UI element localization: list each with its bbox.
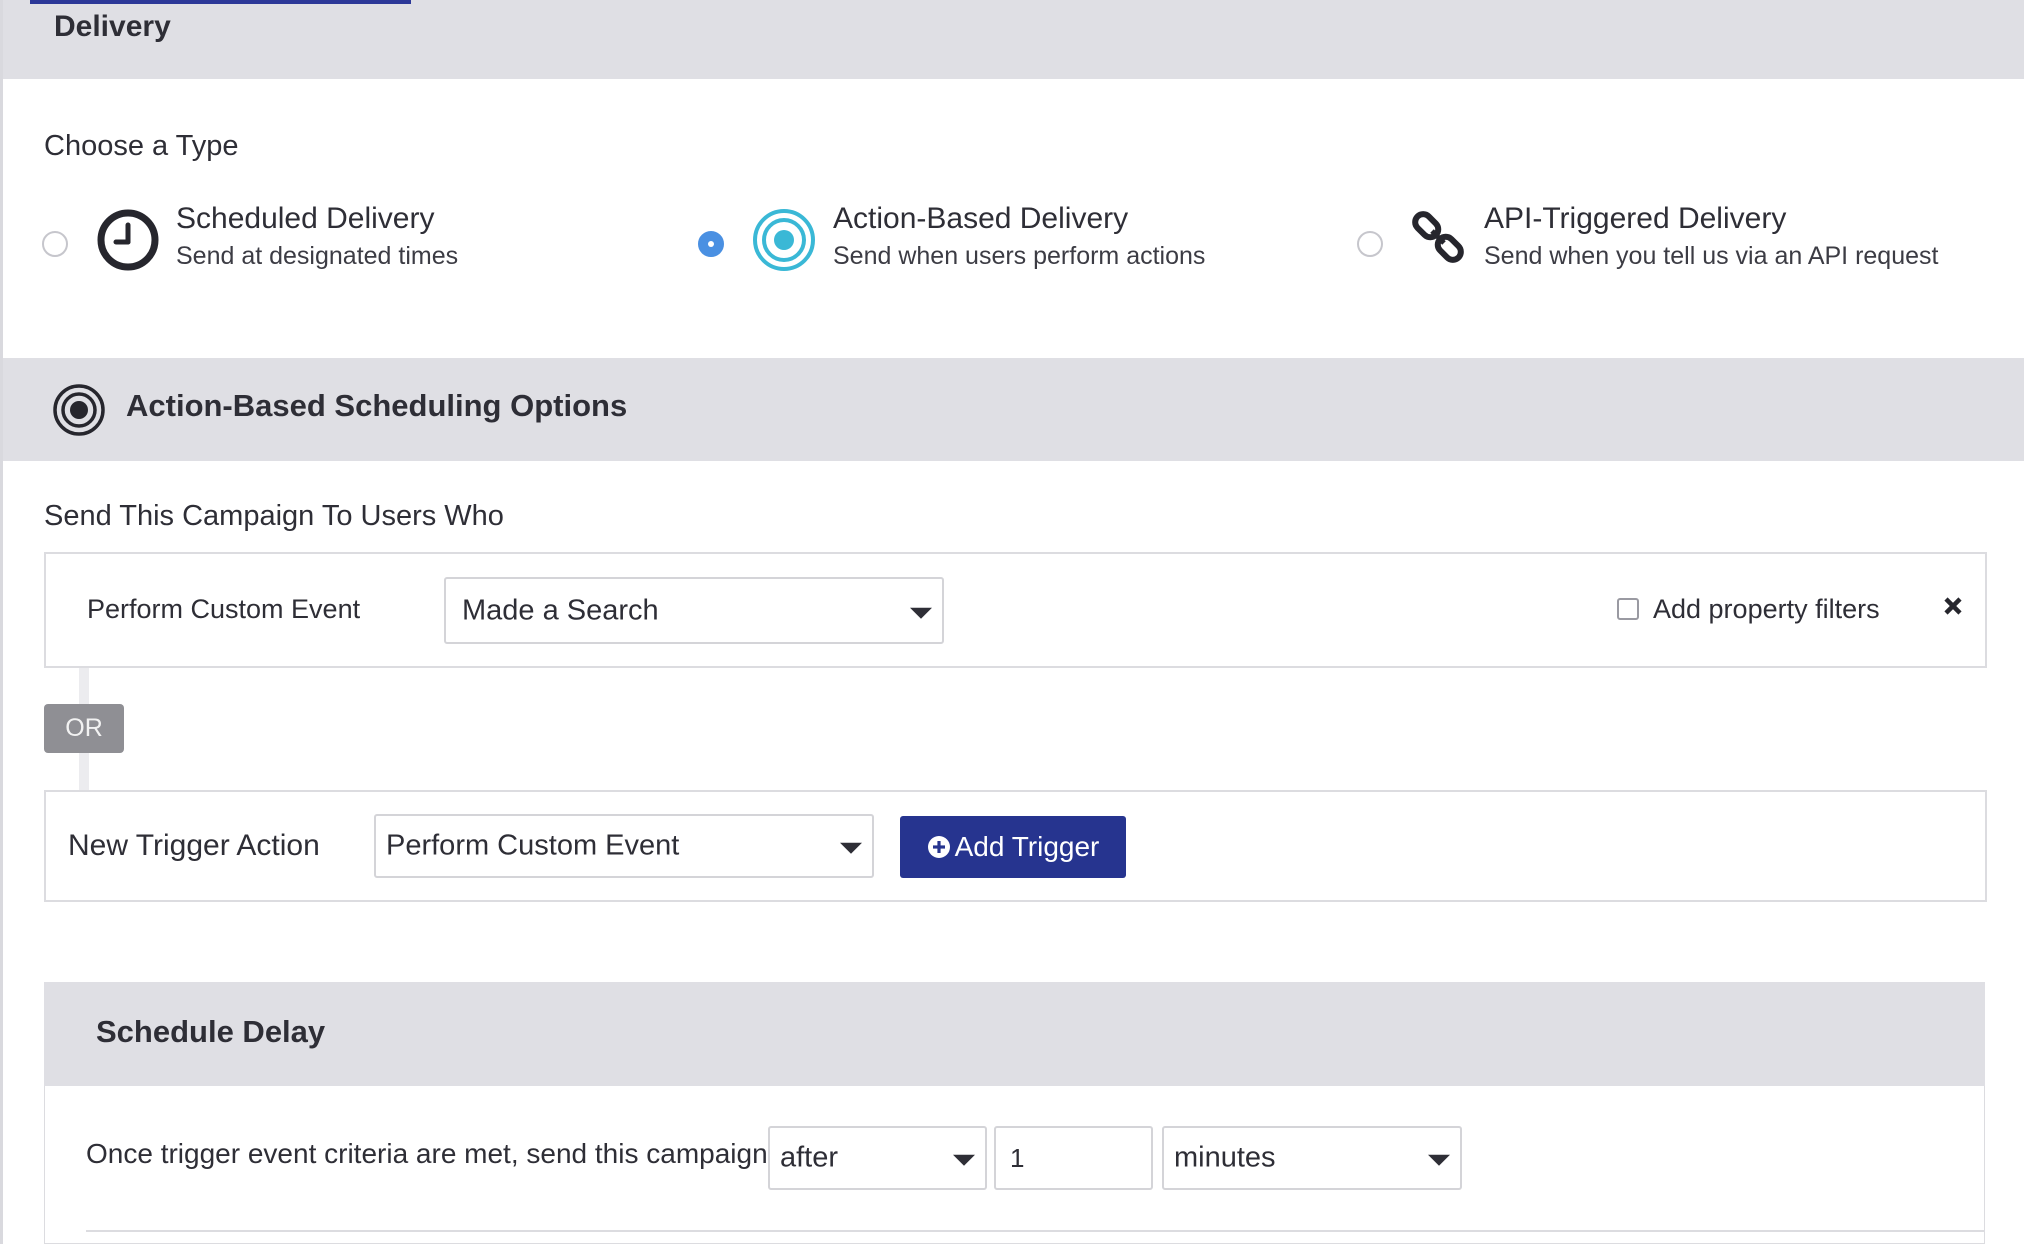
scheduled-delivery-subtitle: Send at designated times xyxy=(176,242,459,270)
custom-event-select[interactable]: Made a Search xyxy=(444,577,944,644)
target-icon xyxy=(752,208,816,272)
new-trigger-select[interactable]: Perform Custom Event xyxy=(374,814,874,878)
new-trigger-action-label: New Trigger Action xyxy=(68,829,320,862)
delay-unit-select[interactable]: minutes xyxy=(1162,1126,1462,1190)
new-trigger-select-value: Perform Custom Event xyxy=(386,829,680,862)
chevron-down-icon xyxy=(953,1154,975,1166)
api-triggered-delivery-radio[interactable] xyxy=(1357,231,1383,257)
choose-type-label: Choose a Type xyxy=(44,130,239,162)
add-trigger-button-label: Add Trigger xyxy=(954,831,1100,862)
delay-timing-select[interactable]: after xyxy=(768,1126,987,1190)
custom-event-select-value: Made a Search xyxy=(462,594,659,626)
scheduling-options-title: Action-Based Scheduling Options xyxy=(126,388,628,423)
action-based-delivery-title[interactable]: Action-Based Delivery xyxy=(833,202,1128,236)
scheduled-delivery-title[interactable]: Scheduled Delivery xyxy=(176,202,434,236)
left-border xyxy=(0,0,3,1244)
close-icon[interactable] xyxy=(1941,590,1965,620)
plus-circle-icon xyxy=(927,836,950,858)
schedule-delay-title: Schedule Delay xyxy=(96,1014,326,1049)
trigger-connector-line xyxy=(79,668,89,704)
delivery-header xyxy=(3,0,2024,79)
property-filters-checkbox[interactable] xyxy=(1617,598,1639,620)
api-triggered-delivery-subtitle: Send when you tell us via an API request xyxy=(1484,242,1939,270)
delay-timing-value: after xyxy=(780,1141,839,1174)
clock-icon xyxy=(96,208,160,272)
scheduled-delivery-radio[interactable] xyxy=(42,231,68,257)
chevron-down-icon xyxy=(1428,1154,1450,1166)
schedule-delay-header xyxy=(44,982,1985,1086)
trigger-connector-line xyxy=(79,753,89,790)
bullseye-icon xyxy=(52,383,106,437)
divider xyxy=(86,1230,1984,1232)
link-icon xyxy=(1406,205,1470,271)
add-trigger-button[interactable]: Add Trigger xyxy=(900,816,1126,878)
chevron-down-icon xyxy=(840,842,862,854)
active-tab-indicator xyxy=(30,0,411,4)
delay-amount-input[interactable] xyxy=(994,1126,1153,1190)
api-triggered-delivery-title[interactable]: API-Triggered Delivery xyxy=(1484,202,1786,236)
send-to-users-label: Send This Campaign To Users Who xyxy=(44,500,504,532)
trigger-action-label: Perform Custom Event xyxy=(87,594,361,624)
chevron-down-icon xyxy=(910,607,932,619)
delivery-title: Delivery xyxy=(54,10,171,43)
property-filters-label[interactable]: Add property filters xyxy=(1653,594,1880,625)
delay-unit-value: minutes xyxy=(1174,1141,1276,1174)
or-badge: OR xyxy=(44,704,124,753)
action-based-delivery-subtitle: Send when users perform actions xyxy=(833,242,1206,270)
action-based-delivery-radio[interactable] xyxy=(698,231,724,257)
schedule-delay-description: Once trigger event criteria are met, sen… xyxy=(86,1138,768,1169)
